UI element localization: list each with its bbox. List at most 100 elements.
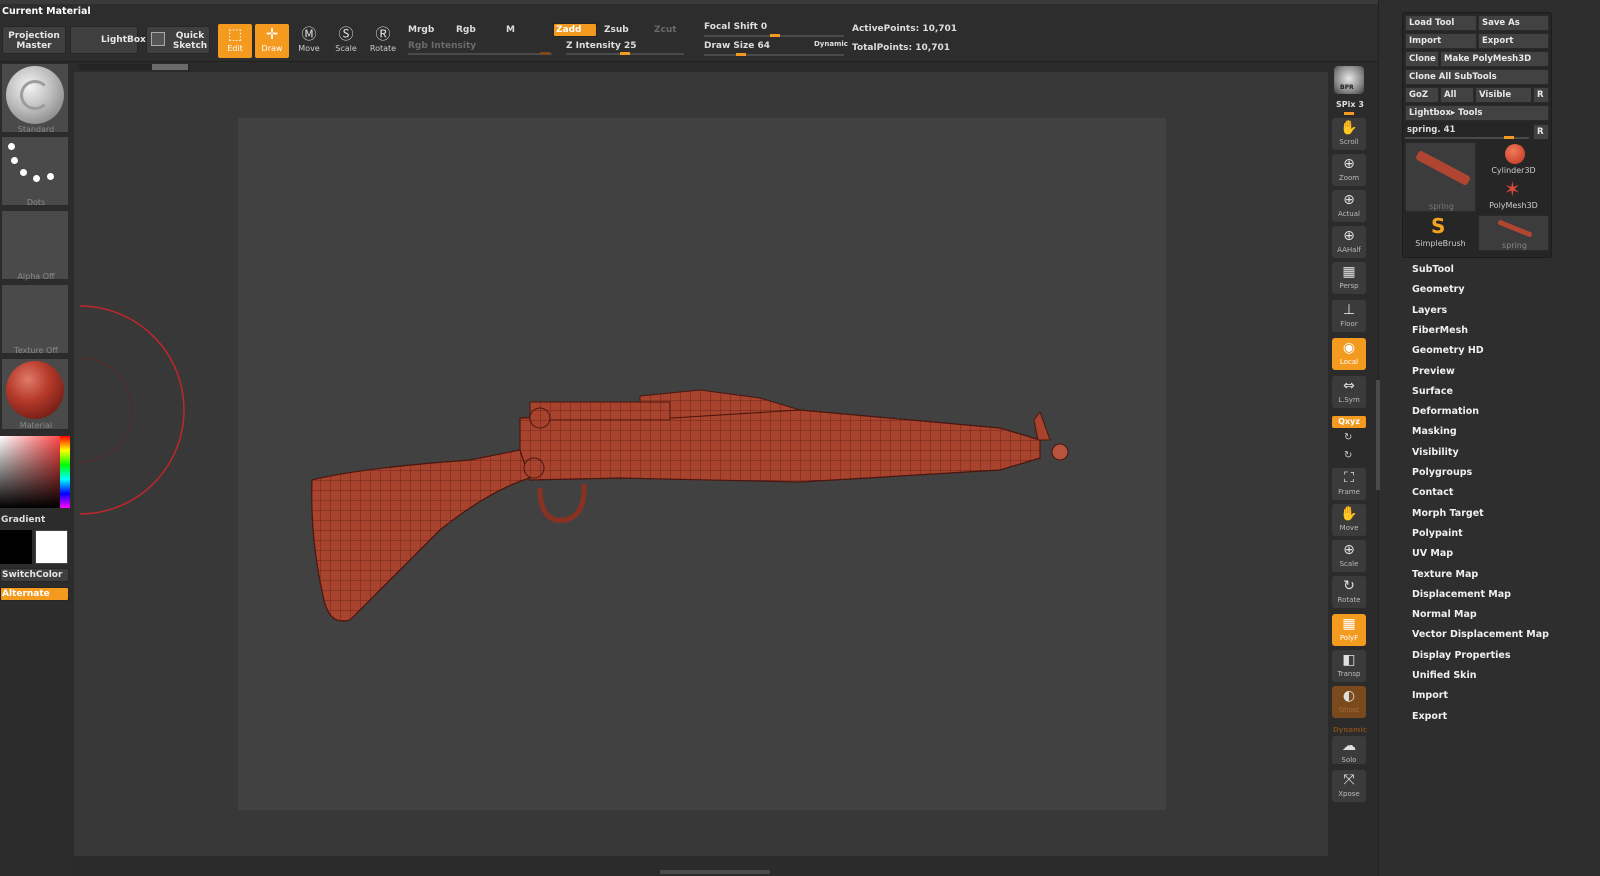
menu-geometry-hd[interactable]: Geometry HD — [1412, 345, 1484, 356]
shelf-button-label: PolyF — [1339, 634, 1359, 642]
shelf-button-label: Ghost — [1338, 706, 1360, 714]
shelf-button-label: Local — [1339, 358, 1359, 366]
import-button[interactable]: Import — [1405, 33, 1477, 49]
tool-thumb-cylinder3d[interactable]: Cylinder3D — [1478, 142, 1549, 178]
menu-import[interactable]: Import — [1412, 690, 1448, 701]
shelf-button-label: Scroll — [1339, 138, 1359, 146]
rotate-icon: ↻ — [1343, 578, 1355, 594]
menu-morph-target[interactable]: Morph Target — [1412, 508, 1484, 519]
export-button[interactable]: Export — [1478, 33, 1549, 49]
move-icon: ✋ — [1340, 506, 1358, 522]
menu-fibermesh[interactable]: FiberMesh — [1412, 325, 1468, 336]
tool-r-button[interactable]: R — [1533, 124, 1549, 140]
actual-button[interactable]: ⊕ Actual — [1332, 190, 1366, 222]
menu-displacement-map[interactable]: Displacement Map — [1412, 589, 1511, 600]
shelf-button-label: Zoom — [1338, 174, 1360, 182]
scale-icon: ⊕ — [1343, 542, 1355, 558]
solo-icon: ☁ — [1342, 738, 1356, 754]
menu-subtool[interactable]: SubTool — [1412, 264, 1454, 275]
spring-small-icon — [1497, 219, 1533, 238]
make-polymesh-button[interactable]: Make PolyMesh3D — [1440, 51, 1549, 67]
lsym-icon: ⇔ — [1343, 378, 1355, 394]
zoom-icon: ⊕ — [1343, 156, 1355, 172]
goz-all-button[interactable]: All — [1440, 87, 1474, 103]
goz-visible-button[interactable]: Visible — [1475, 87, 1532, 103]
tool-thumb-spring[interactable]: spring — [1405, 142, 1476, 212]
polyf-icon: ▦ — [1342, 616, 1356, 632]
hand-icon: ✋ — [1340, 120, 1358, 136]
aahalf-button[interactable]: ⊕ AAHalf — [1332, 226, 1366, 258]
rotate-y-icon[interactable]: ↻ — [1344, 432, 1352, 443]
menu-polygroups[interactable]: Polygroups — [1412, 467, 1472, 478]
shelf-button-label: Actual — [1338, 210, 1360, 218]
menu-preview[interactable]: Preview — [1412, 366, 1455, 377]
thumb-label: SimpleBrush — [1415, 239, 1466, 248]
current-tool-slider[interactable]: spring. 41 — [1407, 125, 1455, 135]
tool-thumb-simplebrush[interactable]: S SimpleBrush — [1405, 215, 1476, 251]
l-sym-button[interactable]: ⇔ L.Sym — [1332, 376, 1366, 408]
menu-visibility[interactable]: Visibility — [1412, 447, 1459, 458]
scale-button[interactable]: ⊕ Scale — [1332, 540, 1366, 572]
transp-button[interactable]: ◧ Transp — [1332, 650, 1366, 682]
xpose-button[interactable]: ⤧ Xpose — [1332, 770, 1366, 802]
menu-geometry[interactable]: Geometry — [1412, 284, 1465, 295]
menu-masking[interactable]: Masking — [1412, 426, 1457, 437]
dynamic-persp-label: Dynamic — [1333, 726, 1367, 734]
solo-button[interactable]: ☁ Solo — [1332, 736, 1366, 764]
xyz-symmetry-button[interactable]: Qxyz — [1332, 416, 1366, 428]
tool-thumb-spring-2[interactable]: spring — [1478, 215, 1549, 251]
rotate-z-icon[interactable]: ↻ — [1344, 450, 1352, 461]
simplebrush-s-icon: S — [1431, 214, 1446, 238]
scroll-button[interactable]: ✋ Scroll — [1332, 118, 1366, 150]
rifle-model[interactable] — [311, 389, 1069, 622]
menu-display-properties[interactable]: Display Properties — [1412, 650, 1510, 661]
clone-button[interactable]: Clone — [1405, 51, 1439, 67]
clone-all-subtools-button[interactable]: Clone All SubTools — [1405, 69, 1549, 85]
bpr-button[interactable]: BPR — [1334, 66, 1364, 94]
shelf-button-label: Rotate — [1337, 596, 1361, 604]
viewport-overlay — [79, 305, 1069, 622]
load-tool-button[interactable]: Load Tool — [1405, 15, 1477, 31]
goz-r-button[interactable]: R — [1533, 87, 1549, 103]
goz-button[interactable]: GoZ — [1405, 87, 1439, 103]
polyf-button[interactable]: ▦ PolyF — [1332, 614, 1366, 646]
menu-vector-displacement-map[interactable]: Vector Displacement Map — [1412, 629, 1549, 640]
frame-button[interactable]: ⛶ Frame — [1332, 468, 1366, 500]
rotate-button[interactable]: ↻ Rotate — [1332, 576, 1366, 608]
shelf-button-label: AAHalf — [1337, 246, 1361, 254]
aahalf-icon: ⊕ — [1343, 228, 1355, 244]
lightbox-tools-button[interactable]: Lightbox▸ Tools — [1405, 105, 1549, 121]
shelf-button-label: Floor — [1340, 320, 1358, 328]
thumb-label: spring — [1429, 202, 1454, 211]
floor-icon: ⊥ — [1342, 302, 1356, 318]
move-button[interactable]: ✋ Move — [1332, 504, 1366, 536]
menu-deformation[interactable]: Deformation — [1412, 406, 1479, 417]
spix-slider[interactable]: SPix 3 — [1336, 100, 1364, 109]
spix-knob[interactable] — [1344, 112, 1354, 115]
thumb-label: spring — [1502, 241, 1527, 250]
zoom-button[interactable]: ⊕ Zoom — [1332, 154, 1366, 186]
tool-thumb-polymesh3d[interactable]: ✶ PolyMesh3D — [1478, 179, 1549, 213]
local-icon: ◉ — [1342, 340, 1356, 356]
menu-polypaint[interactable]: Polypaint — [1412, 528, 1463, 539]
menu-unified-skin[interactable]: Unified Skin — [1412, 670, 1477, 681]
menu-uv-map[interactable]: UV Map — [1412, 548, 1453, 559]
frame-icon: ⛶ — [1344, 470, 1354, 486]
menu-contact[interactable]: Contact — [1412, 487, 1453, 498]
menu-normal-map[interactable]: Normal Map — [1412, 609, 1477, 620]
bottom-tray-handle[interactable] — [660, 870, 770, 874]
ghost-icon: ◐ — [1342, 688, 1356, 704]
ghost-button[interactable]: ◐ Ghost — [1332, 686, 1366, 718]
menu-export[interactable]: Export — [1412, 711, 1447, 722]
current-tool-knob[interactable] — [1504, 136, 1514, 139]
shelf-button-label: L.Sym — [1338, 396, 1360, 404]
tray-divider-handle[interactable] — [1376, 380, 1380, 490]
save-as-button[interactable]: Save As — [1478, 15, 1549, 31]
transp-icon: ◧ — [1342, 652, 1356, 668]
menu-texture-map[interactable]: Texture Map — [1412, 569, 1478, 580]
menu-layers[interactable]: Layers — [1412, 305, 1447, 316]
persp-button[interactable]: ▦ Persp — [1332, 262, 1366, 294]
menu-surface[interactable]: Surface — [1412, 386, 1453, 397]
local-button[interactable]: ◉ Local — [1332, 338, 1366, 370]
floor-button[interactable]: ⊥ Floor — [1332, 300, 1366, 332]
